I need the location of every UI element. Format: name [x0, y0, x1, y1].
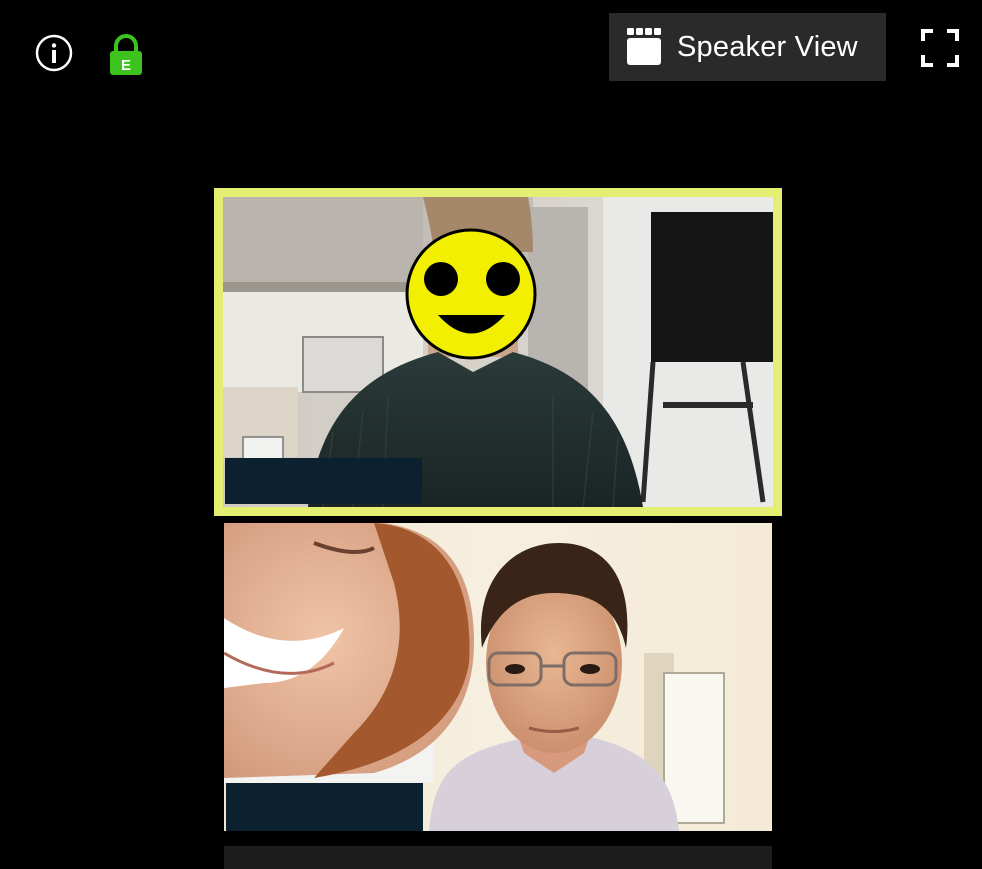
participant-name-label-1 — [225, 458, 422, 504]
next-participant-tile-edge — [224, 846, 772, 869]
info-icon — [35, 34, 73, 72]
lock-badge: E — [121, 57, 131, 74]
lock-icon: E — [110, 34, 142, 75]
participant-tile-active-speaker[interactable] — [214, 188, 782, 516]
speaker-view-button[interactable]: Speaker View — [609, 13, 886, 81]
participant-name-label-2 — [226, 783, 423, 831]
fullscreen-icon — [921, 29, 959, 67]
encryption-lock-button[interactable]: E — [108, 34, 144, 76]
meeting-top-bar: E Speaker View — [0, 0, 982, 110]
speaker-view-label: Speaker View — [677, 30, 858, 63]
gallery-grid-icon — [627, 28, 661, 65]
smiley-face-icon — [405, 228, 537, 360]
participant-tile-2[interactable] — [224, 523, 772, 831]
fullscreen-button[interactable] — [920, 28, 960, 68]
meeting-info-button[interactable] — [35, 34, 73, 72]
